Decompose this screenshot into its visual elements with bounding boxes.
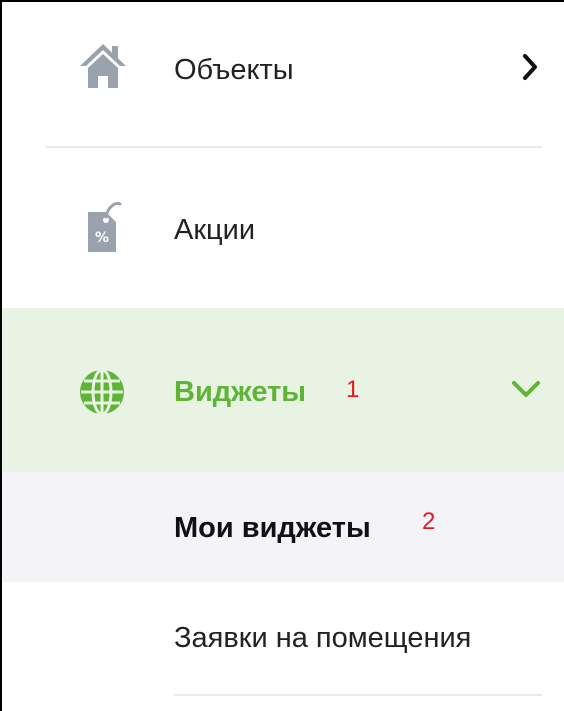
menu-item-widgets-label: Виджеты [174,376,307,408]
submenu-item-room-requests-label: Заявки на помещения [174,622,472,654]
chevron-down-icon[interactable] [510,378,542,405]
menu-item-actions-label: Акции [174,214,256,246]
house-icon [78,40,128,95]
menu-item-objects-label: Объекты [174,54,294,86]
chevron-right-icon[interactable] [520,52,540,87]
submenu-item-room-requests[interactable]: Заявки на помещения [2,582,564,702]
submenu-item-my-widgets[interactable]: Мои виджеты 2 [2,472,564,582]
svg-text:%: % [95,230,109,246]
menu-item-widgets[interactable]: Виджеты 1 [2,308,564,472]
menu-divider [46,146,542,148]
menu-item-objects[interactable]: Объекты [2,2,564,146]
menu-item-actions[interactable]: % Акции [2,168,564,308]
submenu-item-my-widgets-badge: 2 [422,508,436,535]
menu-divider [174,694,542,696]
submenu-item-my-widgets-label: Мои виджеты [174,512,371,544]
sidebar-menu: Объекты % Акции Виджеты 1 Мои виджеты 2 … [0,0,564,711]
globe-icon [78,368,126,421]
menu-item-widgets-badge: 1 [346,376,360,403]
percent-tag-icon: % [82,198,122,263]
